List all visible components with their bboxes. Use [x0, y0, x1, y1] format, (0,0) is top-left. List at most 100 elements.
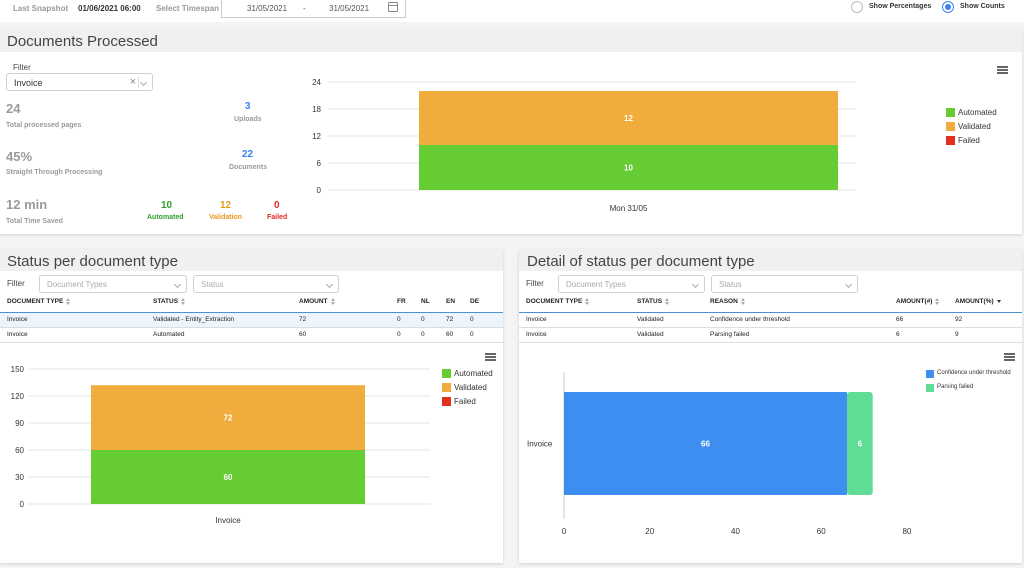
- time-saved-value: 12 min: [6, 197, 48, 212]
- x-tick-label: 60: [817, 527, 826, 536]
- uploads-value: 3: [245, 101, 251, 112]
- chart-menu-icon[interactable]: [1004, 353, 1015, 361]
- y-tick-label: 24: [312, 78, 321, 87]
- column-header-status[interactable]: STATUS: [153, 298, 186, 305]
- legend-swatch: [946, 122, 955, 131]
- y-tick-label: 6: [317, 159, 322, 168]
- cell: 6: [896, 331, 900, 338]
- chart-menu-icon[interactable]: [485, 353, 496, 361]
- cell: Automated: [153, 331, 185, 338]
- y-tick-label: 120: [11, 392, 25, 401]
- status-per-type-chart: 0 30 60 90 120 150 60 72 Invoice: [11, 365, 430, 525]
- show-counts-radio[interactable]: [942, 1, 954, 13]
- legend-label: Failed: [454, 397, 476, 406]
- legend-swatch: [946, 136, 955, 145]
- chart-menu-icon[interactable]: [997, 66, 1008, 74]
- legend-label: Validated: [454, 383, 487, 392]
- select-divider: [138, 77, 139, 88]
- detail-status-card: Detail of status per document type Filte…: [519, 249, 1022, 563]
- automated-value: 10: [161, 200, 173, 211]
- y-tick-label: 0: [20, 500, 25, 509]
- column-header-amount-percent[interactable]: AMOUNT(%): [955, 298, 1001, 305]
- cell: 72: [299, 316, 307, 323]
- legend-swatch: [442, 369, 451, 378]
- failed-value: 0: [274, 200, 280, 211]
- status-select[interactable]: Status: [711, 275, 858, 293]
- stp-label: Straight Through Processing: [6, 169, 103, 176]
- documents-value: 22: [242, 149, 254, 160]
- date-separator: -: [303, 4, 306, 13]
- document-types-select[interactable]: Document Types: [558, 275, 705, 293]
- filter-value: Invoice: [14, 78, 43, 88]
- column-header-en[interactable]: EN: [446, 298, 455, 305]
- x-category-label: Mon 31/05: [610, 204, 648, 213]
- row-divider: [0, 342, 503, 343]
- y-category-label: Invoice: [527, 440, 553, 449]
- row-divider: [519, 342, 1022, 343]
- date-to: 31/05/2021: [329, 4, 370, 13]
- chevron-down-icon[interactable]: [325, 280, 334, 289]
- calendar-icon[interactable]: [388, 2, 398, 12]
- sort-icon[interactable]: [935, 298, 940, 305]
- cell: 60: [446, 331, 454, 338]
- column-header-status[interactable]: STATUS: [637, 298, 670, 305]
- documents-label: Documents: [229, 164, 268, 171]
- cell: 0: [470, 331, 474, 338]
- show-percentages-radio[interactable]: [851, 1, 863, 13]
- chevron-down-icon[interactable]: [691, 280, 700, 289]
- chevron-down-icon[interactable]: [139, 78, 148, 87]
- documents-processed-title: Documents Processed: [7, 33, 158, 50]
- validation-label: Validation: [209, 214, 243, 221]
- show-percentages-label[interactable]: Show Percentages: [869, 3, 931, 10]
- last-snapshot-value: 01/06/2021 06:00: [78, 4, 141, 13]
- legend-label: Parsing failed: [937, 384, 974, 390]
- legend-swatch: [442, 397, 451, 406]
- total-pages-label: Total processed pages: [6, 122, 82, 129]
- sort-icon[interactable]: [740, 298, 746, 305]
- column-header-nl[interactable]: NL: [421, 298, 430, 305]
- x-tick-label: 40: [731, 527, 740, 536]
- sort-icon[interactable]: [66, 298, 71, 305]
- sort-desc-icon[interactable]: [996, 299, 1001, 303]
- x-tick-label: 20: [645, 527, 654, 536]
- sort-icon[interactable]: [330, 298, 336, 305]
- sort-icon[interactable]: [665, 298, 670, 305]
- y-tick-label: 18: [312, 105, 321, 114]
- doc-types-placeholder: Document Types: [566, 280, 626, 289]
- detail-status-title: Detail of status per document type: [527, 253, 755, 270]
- cell: 0: [470, 316, 474, 323]
- legend-label: Automated: [958, 108, 997, 117]
- cell: Validated - Entity_Extraction: [153, 316, 235, 323]
- date-range-picker[interactable]: 31/05/2021 - 31/05/2021: [221, 0, 406, 18]
- column-header-document-type[interactable]: DOCUMENT TYPE: [526, 298, 590, 305]
- chevron-down-icon[interactable]: [844, 280, 853, 289]
- filter-label: Filter: [7, 279, 25, 288]
- x-tick-label: 80: [903, 527, 912, 536]
- row-divider: [519, 327, 1022, 328]
- y-tick-label: 30: [15, 473, 24, 482]
- cell: Validated: [637, 331, 664, 338]
- document-type-filter[interactable]: Invoice ×: [6, 73, 153, 91]
- document-types-select[interactable]: Document Types: [39, 275, 187, 293]
- chevron-down-icon[interactable]: [173, 280, 182, 289]
- column-header-reason[interactable]: REASON: [710, 298, 746, 305]
- timespan-label: Select Timespan: [156, 4, 219, 13]
- cell: 60: [299, 331, 307, 338]
- show-counts-label[interactable]: Show Counts: [960, 3, 1005, 10]
- column-header-amount-count[interactable]: AMOUNT(#): [896, 298, 940, 305]
- column-header-amount[interactable]: AMOUNT: [299, 298, 336, 305]
- status-select[interactable]: Status: [193, 275, 339, 293]
- clear-icon[interactable]: ×: [130, 76, 136, 88]
- status-per-type-title: Status per document type: [7, 253, 178, 270]
- cell: 72: [446, 316, 454, 323]
- column-header-fr[interactable]: FR: [397, 298, 406, 305]
- column-header-de[interactable]: DE: [470, 298, 479, 305]
- validation-value: 12: [220, 200, 232, 211]
- sort-icon[interactable]: [181, 298, 186, 305]
- status-placeholder: Status: [201, 280, 224, 289]
- cell: Invoice: [526, 331, 547, 338]
- sort-icon[interactable]: [585, 298, 590, 305]
- row-highlight: [0, 313, 503, 327]
- column-header-document-type[interactable]: DOCUMENT TYPE: [7, 298, 71, 305]
- x-category-label: Invoice: [215, 516, 241, 525]
